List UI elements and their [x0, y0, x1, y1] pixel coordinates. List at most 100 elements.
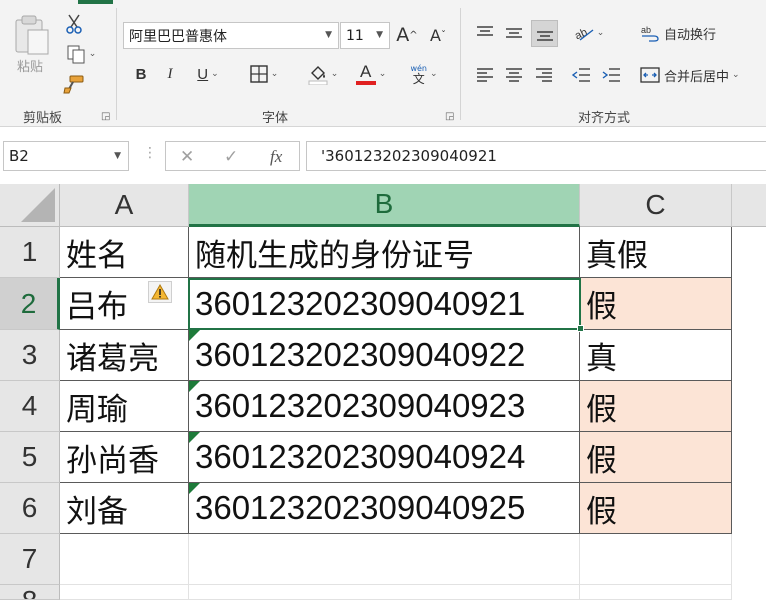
row-header-5[interactable]: 5: [0, 432, 60, 483]
align-top-button[interactable]: [472, 20, 498, 46]
font-launcher-icon[interactable]: ◲: [445, 111, 454, 122]
caret-up-icon: ^: [409, 29, 418, 41]
row-header-4[interactable]: 4: [0, 381, 60, 432]
align-right-button[interactable]: [531, 62, 557, 88]
name-cell[interactable]: 孙尚香: [60, 432, 189, 483]
row-header-1[interactable]: 1: [0, 227, 60, 278]
flag-cell[interactable]: 假: [580, 432, 732, 483]
header-cell-flag[interactable]: 真假: [580, 227, 732, 278]
underline-button[interactable]: U ⌄: [188, 62, 228, 86]
select-all-icon: [21, 188, 55, 222]
error-indicator-icon: [189, 432, 200, 443]
font-color-swatch: [355, 81, 376, 85]
underline-label: U: [197, 65, 209, 83]
borders-button[interactable]: ⌄: [243, 62, 285, 86]
decrease-indent-icon: [571, 68, 590, 82]
column-header-b[interactable]: B: [189, 184, 580, 227]
flag-cell[interactable]: 假: [580, 483, 732, 534]
row-header-3[interactable]: 3: [0, 330, 60, 381]
empty-cell[interactable]: [60, 534, 189, 585]
decrease-indent-button[interactable]: [568, 62, 594, 88]
column-header-d[interactable]: [732, 184, 766, 227]
chevron-down-icon: ▼: [114, 151, 121, 161]
select-all-button[interactable]: [0, 184, 60, 227]
formula-input[interactable]: '360123202309040921: [306, 141, 766, 171]
font-color-button[interactable]: A ⌄: [350, 60, 392, 88]
shrink-font-button[interactable]: Aˇ: [426, 22, 450, 48]
column-header-a[interactable]: A: [60, 184, 189, 227]
flag-cell[interactable]: 真: [580, 330, 732, 381]
flag-cell[interactable]: 假: [580, 278, 732, 330]
error-warning-button[interactable]: [148, 281, 172, 303]
name-box-value: B2: [9, 147, 29, 165]
name-cell[interactable]: 周瑜: [60, 381, 189, 432]
id-cell[interactable]: 360123202309040925: [189, 483, 580, 534]
column-header-c[interactable]: C: [580, 184, 732, 227]
font-name-select[interactable]: 阿里巴巴普惠体 ▼: [123, 22, 339, 49]
grow-font-button[interactable]: A ^: [395, 22, 419, 48]
fill-color-button[interactable]: ⌄: [302, 60, 344, 88]
align-bottom-button[interactable]: [531, 20, 558, 47]
font-name-value: 阿里巴巴普惠体: [129, 28, 227, 45]
id-cell[interactable]: 360123202309040921: [189, 278, 580, 330]
scissors-icon: [66, 14, 82, 34]
name-cell[interactable]: 诸葛亮: [60, 330, 189, 381]
id-cell[interactable]: 360123202309040922: [189, 330, 580, 381]
fill-handle[interactable]: [577, 325, 584, 332]
flag-cell[interactable]: 假: [580, 381, 732, 432]
empty-cell[interactable]: [60, 585, 189, 600]
merge-cells-icon: [640, 67, 660, 83]
cancel-icon[interactable]: ✕: [180, 147, 194, 167]
font-group-label: 字体: [262, 111, 289, 126]
align-left-button[interactable]: [472, 62, 498, 88]
active-tab-indicator: [78, 0, 113, 4]
row-header-6[interactable]: 6: [0, 483, 60, 534]
id-cell-value: 360123202309040922: [195, 336, 526, 373]
phonetic-bottom: 文: [412, 72, 425, 86]
bold-button[interactable]: B: [130, 62, 152, 86]
merge-center-button[interactable]: 合并后居中 ⌄: [640, 62, 764, 88]
align-center-button[interactable]: [501, 62, 527, 88]
wrap-text-button[interactable]: ab 自动换行: [640, 20, 734, 46]
ribbon: 粘贴 ⌄ 剪贴板 ◲ 阿里巴巴普惠体 ▼ 11 ▼ A ^ A ˇ B I U …: [0, 0, 766, 127]
phonetic-guide-button[interactable]: wén 文 ⌄: [402, 60, 446, 88]
insert-function-button[interactable]: fx: [270, 147, 282, 167]
row-header-8[interactable]: 8: [0, 585, 60, 600]
copy-icon: [67, 45, 85, 64]
increase-indent-button[interactable]: [598, 62, 624, 88]
shrink-font-label: A: [430, 25, 441, 45]
chevron-down-icon: ⌄: [732, 70, 740, 80]
error-indicator-icon: [189, 483, 200, 494]
empty-cell[interactable]: [189, 534, 580, 585]
header-cell-id[interactable]: 随机生成的身份证号: [189, 227, 580, 278]
clipboard-launcher-icon[interactable]: ◲: [101, 111, 110, 122]
empty-cell[interactable]: [580, 534, 732, 585]
header-cell-name[interactable]: 姓名: [60, 227, 189, 278]
cut-button[interactable]: [60, 12, 88, 36]
chevron-down-icon: ▼: [325, 30, 332, 40]
align-middle-button[interactable]: [501, 20, 527, 46]
id-cell[interactable]: 360123202309040924: [189, 432, 580, 483]
enter-icon[interactable]: ✓: [224, 147, 238, 167]
name-cell[interactable]: 刘备: [60, 483, 189, 534]
orientation-button[interactable]: ab ⌄: [568, 20, 610, 46]
format-painter-button[interactable]: [60, 72, 88, 96]
chevron-down-icon: ⌄: [430, 69, 438, 79]
wrap-text-label: 自动换行: [664, 27, 717, 43]
id-cell[interactable]: 360123202309040923: [189, 381, 580, 432]
warning-icon: [151, 284, 169, 300]
empty-cell[interactable]: [580, 585, 732, 600]
italic-button[interactable]: I: [160, 62, 180, 86]
phonetic-icon: wén 文: [410, 64, 427, 86]
empty-cell[interactable]: [189, 585, 580, 600]
svg-text:ab: ab: [641, 25, 651, 35]
divider: [116, 8, 117, 120]
row-header-7[interactable]: 7: [0, 534, 60, 585]
row-header-2[interactable]: 2: [0, 278, 60, 330]
paint-bucket-icon: [308, 66, 328, 85]
alignment-group-label: 对齐方式: [578, 111, 631, 126]
font-size-select[interactable]: 11 ▼: [340, 22, 390, 49]
copy-button[interactable]: ⌄: [60, 42, 102, 66]
chevron-down-icon: ⌄: [211, 69, 219, 79]
name-box[interactable]: B2 ▼: [3, 141, 129, 171]
